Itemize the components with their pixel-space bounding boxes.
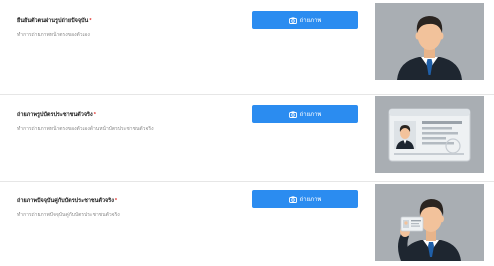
id-card-description: ทำการถ่ายภาพหน้าตรงของตัวเองด้านหน้าบัตร…	[17, 126, 154, 132]
take-selfie-button-label: ถ่ายภาพ	[299, 18, 322, 24]
selfie-row: ยืนยันตัวตนผ่านรูปถ่ายปัจจุบัน* ทำการถ่า…	[0, 3, 494, 87]
take-selfie-with-id-button[interactable]: ถ่ายภาพ	[252, 190, 358, 208]
selfie-title-text: ยืนยันตัวตนผ่านรูปถ่ายปัจจุบัน	[17, 18, 89, 24]
selfie-with-id-title-text: ถ่ายภาพปัจจุบันคู่กับบัตรประชาชนตัวจริง	[17, 198, 114, 204]
required-mark: *	[93, 112, 96, 118]
camera-icon	[288, 16, 297, 24]
id-card-title: ถ่ายภาพรูปบัตรประชาชนตัวจริง*	[17, 111, 96, 119]
id-card-row: ถ่ายภาพรูปบัตรประชาชนตัวจริง* ทำการถ่ายภ…	[0, 94, 494, 179]
selfie-example-image	[375, 3, 484, 80]
id-card-title-text: ถ่ายภาพรูปบัตรประชาชนตัวจริง	[17, 112, 93, 118]
verification-form: ยืนยันตัวตนผ่านรูปถ่ายปัจจุบัน* ทำการถ่า…	[0, 0, 494, 266]
take-id-card-photo-button[interactable]: ถ่ายภาพ	[252, 105, 358, 123]
take-selfie-with-id-button-label: ถ่ายภาพ	[299, 197, 322, 203]
selfie-with-id-example-image	[375, 184, 484, 261]
id-card-example-image	[375, 96, 484, 173]
selfie-title: ยืนยันตัวตนผ่านรูปถ่ายปัจจุบัน*	[17, 17, 91, 25]
required-mark: *	[114, 198, 118, 204]
selfie-with-id-description: ทำการถ่ายภาพปัจจุบันคู่กับบัตรประชาชนตัว…	[17, 212, 120, 218]
selfie-description: ทำการถ่ายภาพหน้าตรงของตัวเอง	[17, 32, 90, 38]
selfie-with-id-title: ถ่ายภาพปัจจุบันคู่กับบัตรประชาชนตัวจริง*	[17, 197, 117, 205]
take-id-card-photo-button-label: ถ่ายภาพ	[299, 112, 322, 118]
take-selfie-button[interactable]: ถ่ายภาพ	[252, 11, 358, 29]
required-mark: *	[89, 18, 92, 24]
selfie-with-id-row: ถ่ายภาพปัจจุบันคู่กับบัตรประชาชนตัวจริง*…	[0, 181, 494, 266]
camera-icon	[288, 110, 297, 118]
camera-icon	[288, 195, 297, 203]
